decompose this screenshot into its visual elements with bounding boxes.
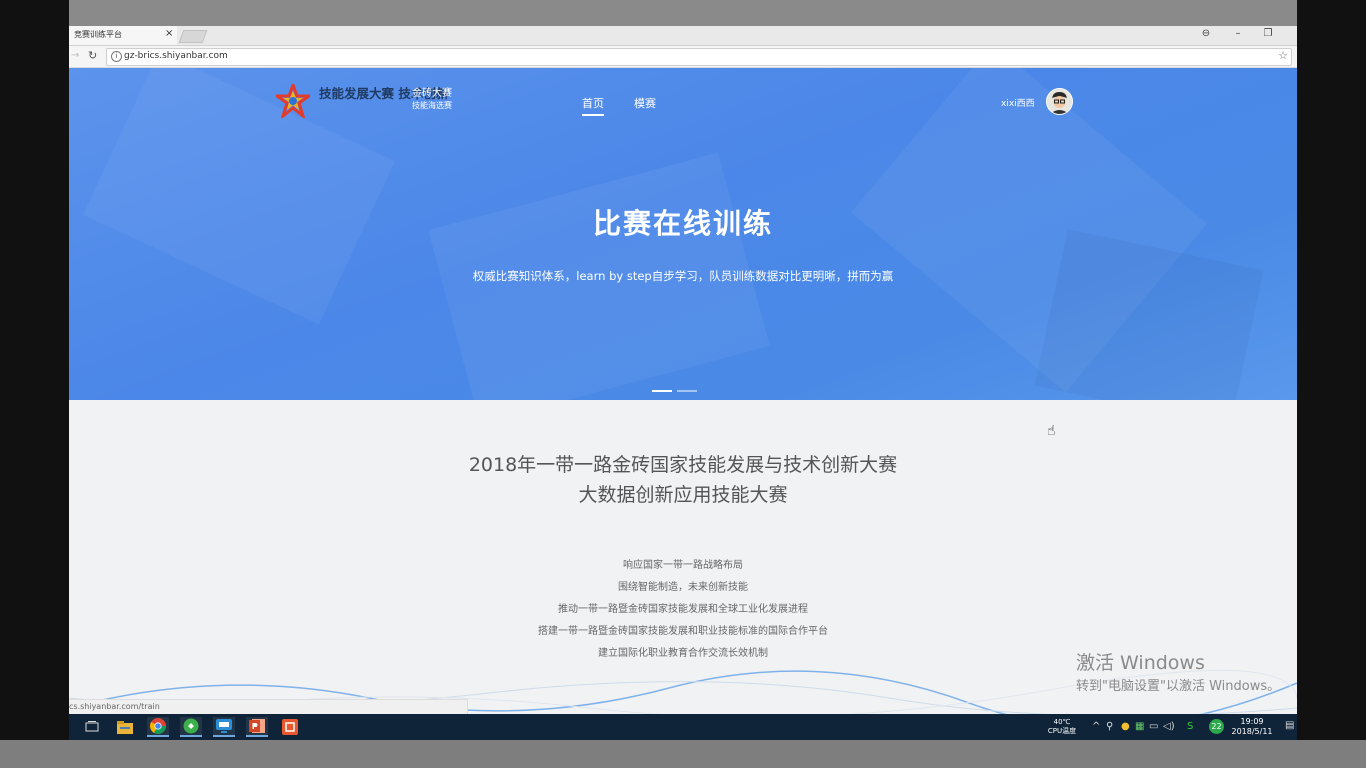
forward-icon[interactable]: →	[71, 50, 79, 61]
carousel-dot-2[interactable]	[677, 390, 697, 392]
section-title: 2018年一带一路金砖国家技能发展与技术创新大赛 大数据创新应用技能大赛	[69, 450, 1297, 510]
hero-banner: 技能发展大赛 技术创新 金砖大赛 技能海选赛 首页 模赛 xixi西西 比赛在线…	[69, 68, 1297, 400]
minimize-button[interactable]: –	[1228, 28, 1248, 39]
logo-subtitle-line2: 技能海选赛	[412, 101, 452, 110]
list-item: 推动一带一路暨金砖国家技能发展和全球工业化发展进程	[558, 604, 808, 615]
user-name[interactable]: xixi西西	[1001, 96, 1035, 109]
avatar-face-icon	[1047, 89, 1072, 114]
sogou-ime-icon[interactable]: S	[1187, 721, 1193, 732]
list-item: 围绕智能制造，未来创新技能	[618, 582, 748, 593]
network-connection-icon[interactable]: ▭	[1149, 721, 1158, 732]
action-center-icon[interactable]: ▤	[1285, 720, 1294, 731]
clock-time: 19:09	[1240, 717, 1264, 726]
nav-mock-contest[interactable]: 模赛	[634, 95, 656, 111]
powerpoint-icon[interactable]	[246, 717, 268, 737]
screen-frame-left	[0, 0, 69, 768]
chevron-up-icon[interactable]: ^	[1092, 721, 1100, 732]
bookmark-star-icon[interactable]: ☆	[1278, 49, 1288, 62]
network-tray-icon[interactable]: ⚲	[1106, 721, 1113, 732]
logo-subtitle: 金砖大赛 技能海选赛	[412, 88, 452, 112]
list-item: 响应国家一带一路战略布局	[623, 560, 743, 571]
tab-title: 竞赛训练平台	[74, 30, 122, 39]
browser-toolbar: → ↻ i gz-brics.shiyanbar.com ☆	[69, 46, 1297, 68]
cpu-temp-value: 40℃	[1053, 718, 1071, 726]
tab-close-icon[interactable]: ×	[165, 28, 173, 39]
orange-app-icon[interactable]	[279, 717, 301, 737]
task-view-icon[interactable]	[81, 717, 103, 737]
logo-star-icon[interactable]	[276, 84, 310, 118]
clock[interactable]: 19:09 2018/5/11	[1231, 717, 1273, 737]
hand-cursor-icon: ☝	[1047, 423, 1056, 439]
logo-subtitle-line1: 金砖大赛	[412, 88, 452, 99]
file-explorer-icon[interactable]	[114, 717, 136, 737]
address-bar[interactable]: i gz-brics.shiyanbar.com ☆	[106, 48, 1292, 66]
volume-icon[interactable]: ◁)	[1163, 721, 1175, 732]
hero-subtitle: 权威比赛知识体系，learn by step自步学习，队员训练数据对比更明晰，拼…	[472, 269, 894, 283]
tab-strip: 竞赛训练平台 × ⊖ – ❐	[69, 26, 1297, 46]
chrome-icon[interactable]	[147, 717, 169, 737]
web-page: 技能发展大赛 技术创新 金砖大赛 技能海选赛 首页 模赛 xixi西西 比赛在线…	[69, 68, 1297, 714]
green-app-icon[interactable]	[180, 717, 202, 737]
browser-window: 竞赛训练平台 × ⊖ – ❐ → ↻ i gz-brics.shiyanbar.…	[69, 26, 1297, 714]
account-icon[interactable]: ⊖	[1196, 28, 1216, 39]
url-text[interactable]: gz-brics.shiyanbar.com	[124, 51, 228, 61]
activation-watermark-hint: 转到"电脑设置"以激活 Windows。	[1076, 679, 1281, 694]
carousel-dot-1[interactable]	[652, 390, 672, 392]
bg-polygon	[83, 68, 395, 325]
security-tray-icon[interactable]: ●	[1121, 721, 1130, 732]
browser-tab[interactable]: 竞赛训练平台 ×	[69, 26, 177, 45]
reload-icon[interactable]: ↻	[88, 49, 97, 62]
avatar[interactable]	[1046, 88, 1073, 115]
taskbar: 40℃ CPU温度 ^ ⚲ ● ▦ ▭ ◁) S 22 19:09 2018/5…	[69, 714, 1297, 740]
list-item: 搭建一带一路暨金砖国家技能发展和职业技能标准的国际合作平台	[538, 626, 828, 637]
remote-desktop-icon[interactable]	[213, 717, 235, 737]
new-tab-button[interactable]	[178, 30, 208, 43]
hero-title: 比赛在线训练	[592, 207, 773, 240]
cpu-temperature: 40℃ CPU温度	[1042, 718, 1082, 736]
bg-polygon	[1034, 228, 1264, 400]
logo-text[interactable]: 技能发展大赛 技术创新	[319, 86, 448, 101]
screen-frame-bottom	[0, 740, 1366, 768]
clock-date: 2018/5/11	[1231, 727, 1273, 736]
screen-frame-top	[0, 0, 1366, 26]
cpu-temp-label: CPU温度	[1047, 727, 1077, 735]
info-icon[interactable]: i	[111, 51, 122, 62]
activation-watermark-title: 激活 Windows	[1076, 652, 1205, 674]
status-bar-url: cs.shiyanbar.com/train	[69, 699, 468, 714]
app-tray-icon[interactable]: ▦	[1135, 721, 1144, 732]
notification-count-badge[interactable]: 22	[1209, 719, 1224, 734]
section-title-line2: 大数据创新应用技能大赛	[578, 484, 788, 506]
section-title-line1: 2018年一带一路金砖国家技能发展与技术创新大赛	[468, 454, 898, 476]
screen-frame-right	[1297, 0, 1366, 768]
restore-button[interactable]: ❐	[1258, 28, 1278, 39]
nav-home[interactable]: 首页	[582, 95, 604, 116]
